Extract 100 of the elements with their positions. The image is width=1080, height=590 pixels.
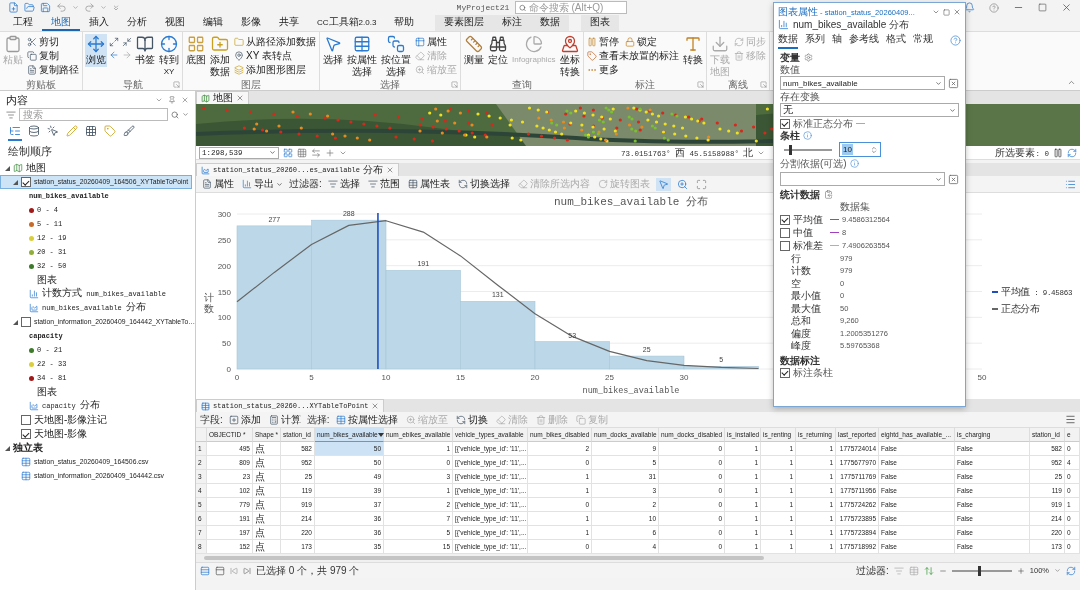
checkbox-label: 标注条柱 [793, 367, 833, 378]
table-cell: 点 [253, 456, 281, 470]
checkbox-label: 标准正态分布 [793, 118, 853, 129]
map-name[interactable]: 地图 [26, 162, 46, 174]
selection-count: 已选择 0 个，共 979 个 [256, 563, 360, 578]
tick-label: 300 [217, 210, 231, 219]
ribbon-tab[interactable]: 影像 [232, 15, 270, 31]
map-tab[interactable]: 地图 [196, 91, 249, 104]
bins-count-field[interactable]: 10 [839, 142, 881, 157]
toolbar-button[interactable]: 属性表 [405, 177, 452, 191]
tick-label: 5 [309, 373, 314, 382]
toolbar-dropdown[interactable]: 导出 [240, 177, 285, 191]
section-label[interactable]: 独立表 [13, 442, 43, 454]
ribbon-tab[interactable]: 共享 [270, 15, 308, 31]
ribbon-tab[interactable]: 数据 [531, 15, 570, 31]
tick-label: 25 [605, 373, 614, 382]
transform-dropdown[interactable]: 无 [780, 103, 959, 117]
legend-label: 正态分布 [1001, 303, 1040, 316]
stat-label: 总和 [791, 315, 812, 327]
command-search-field[interactable]: 命令搜索 (Alt+Q) [515, 1, 628, 14]
ribbon-button[interactable]: 复制 [26, 49, 60, 62]
tick-label: 100 [217, 313, 231, 323]
project-name: MyProject21 [456, 3, 510, 12]
ribbon-button[interactable]: 浏览 [85, 34, 107, 67]
ribbon-button[interactable]: 复制路径 [26, 63, 80, 76]
ribbon-button[interactable]: XY 表转点 [233, 49, 293, 62]
tick-label: 50 [222, 339, 231, 349]
toolbar-button[interactable]: 选择 [325, 177, 362, 191]
table-cell: 点 [253, 470, 281, 484]
ribbon-button[interactable]: 书签 [134, 34, 156, 67]
panel-tab[interactable]: 格式 [886, 32, 906, 49]
table-cell: 点 [253, 540, 281, 554]
ribbon-button[interactable]: 更多 [585, 63, 620, 76]
ribbon-tab[interactable]: 视图 [156, 15, 194, 31]
panel-tab[interactable]: 轴 [832, 32, 842, 49]
ribbon-tab[interactable]: 编辑 [194, 15, 232, 31]
toolbar-button[interactable]: 按属性选择 [333, 413, 400, 426]
ribbon-button[interactable]: 锁定 [623, 35, 658, 48]
panel-tab[interactable]: 常规 [913, 32, 933, 49]
toolbar-button[interactable]: 属性 [200, 177, 236, 191]
column-label: 数据集 [840, 201, 870, 213]
tick-label: 15 [456, 373, 465, 382]
numeric-field-dropdown[interactable]: num_bikes_available [780, 76, 945, 90]
chart-title: num_bikes_available 分布 [554, 196, 708, 208]
toolbar-button[interactable]: 计算 [266, 413, 303, 426]
ribbon-tab[interactable]: 帮助 [385, 15, 424, 31]
stat-label: 最大值 [791, 302, 822, 314]
group-label: 剪贴板 [26, 79, 56, 90]
section-heading: 数据标注 [780, 355, 821, 366]
tick-label: 30 [679, 373, 689, 382]
tick-label: 150 [217, 287, 231, 297]
panel-tab[interactable]: 参考线 [849, 32, 879, 49]
stat-label: 峰度 [791, 340, 812, 352]
table-cell: 点 [253, 484, 281, 498]
group-label: 导航 [122, 79, 143, 90]
ribbon-button[interactable]: 按位置选择 [380, 34, 412, 79]
ribbon-button[interactable]: 添加图形图层 [233, 63, 307, 76]
toolbar-button[interactable]: 切换选择 [455, 177, 512, 191]
toolbar-button[interactable]: 切换 [453, 413, 490, 426]
ribbon-tab[interactable]: 工程 [4, 15, 42, 31]
ribbon-button[interactable]: 定位 [487, 34, 509, 67]
layer-row[interactable]: 天地图-影像 [0, 427, 192, 441]
layer-name[interactable]: 天地图-影像 [34, 428, 88, 440]
toolbar-button[interactable]: 添加 [226, 413, 263, 426]
ribbon-tab[interactable]: 插入 [80, 15, 118, 31]
table-cell: 点 [253, 526, 281, 540]
field-label: 存在变换 [780, 91, 821, 102]
toolbar-button[interactable]: 范围 [365, 177, 402, 191]
tick-label: 250 [217, 235, 231, 245]
layer-name[interactable]: 天地图-影像注记 [34, 414, 108, 426]
section-heading: 统计数据 [780, 189, 820, 200]
group-label: 离线 [727, 79, 748, 90]
ribbon-tab[interactable]: 分析 [118, 15, 156, 31]
ribbon-button[interactable]: 转换 [681, 34, 704, 67]
ribbon-tab[interactable]: 图表 [581, 15, 620, 31]
ribbon-button[interactable]: 转到XY [158, 34, 180, 78]
ribbon-button[interactable]: 剪切 [26, 35, 60, 48]
ribbon-tab[interactable]: 标注 [493, 15, 532, 31]
ribbon-tab[interactable]: 要素图层 [435, 15, 494, 31]
ribbon-button[interactable]: 属性 [414, 35, 448, 48]
ribbon-button[interactable]: 按属性选择 [346, 34, 378, 79]
ribbon-button[interactable]: 选择 [322, 34, 344, 67]
search-field[interactable]: 搜索 [19, 108, 168, 121]
toolbar-label: 选择: [306, 412, 330, 427]
layer-row[interactable]: 天地图-影像注记 [0, 413, 192, 427]
panel-tab[interactable]: 系列 [805, 32, 825, 49]
table-cell: 点 [253, 512, 281, 526]
pane-title: 内容 [6, 92, 28, 108]
panel-subtitle: num_bikes_available 分布 [793, 19, 910, 30]
ribbon-button[interactable]: 添加数据 [209, 34, 231, 79]
ribbon-button[interactable]: 暂停 [585, 35, 620, 48]
section-heading: 变量 [780, 52, 800, 63]
ribbon-button[interactable]: 底图 [185, 34, 207, 67]
ribbon-button[interactable]: 从路径添加数据 [233, 35, 317, 48]
ribbon-button[interactable]: 坐标转换 [558, 34, 581, 79]
ribbon-button[interactable]: 测量 [463, 34, 485, 67]
ribbon-button[interactable]: 查看未放置的标注 [585, 49, 680, 62]
ribbon-tab[interactable]: CC工具箱2.0.3 [308, 15, 386, 31]
tick-label: 200 [217, 261, 231, 271]
panel-tab[interactable]: 数据 [778, 32, 798, 49]
